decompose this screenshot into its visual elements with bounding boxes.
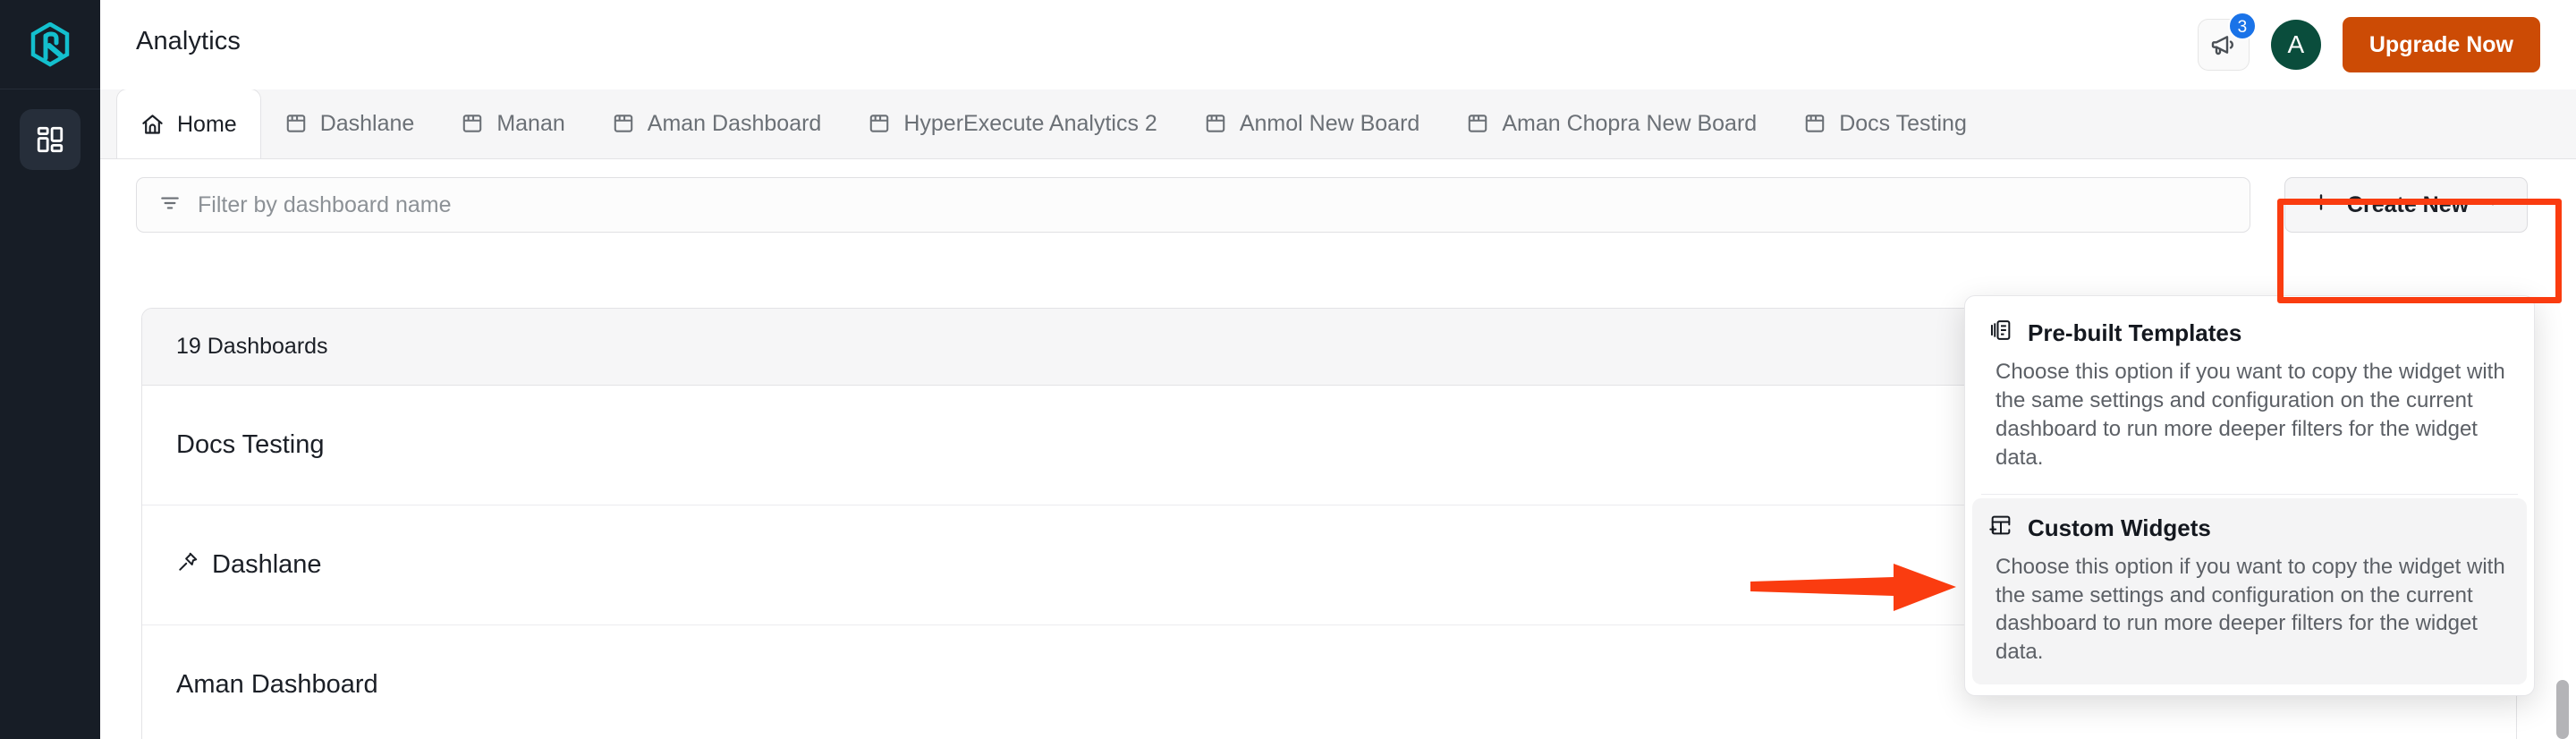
toolbar: Create New — [100, 159, 2576, 251]
pin-icon[interactable] — [176, 550, 199, 581]
board-icon — [1204, 112, 1227, 135]
menu-item-title-row: Pre-built Templates — [1988, 318, 2511, 349]
announcements-badge: 3 — [2227, 12, 2257, 40]
search-input[interactable] — [198, 191, 2228, 218]
filter-icon — [158, 191, 182, 219]
top-header: Analytics 3 A Upgrade Now — [100, 0, 2576, 89]
create-new-dropdown: Pre-built Templates Choose this option i… — [1964, 295, 2535, 696]
tab-home[interactable]: Home — [116, 89, 261, 158]
tab-label: Docs Testing — [1839, 110, 1967, 136]
upgrade-now-button[interactable]: Upgrade Now — [2342, 17, 2540, 72]
create-new-button[interactable]: Create New — [2284, 177, 2528, 233]
tab-label: Manan — [496, 110, 565, 136]
vertical-scrollbar[interactable] — [2556, 680, 2569, 739]
home-icon — [140, 113, 165, 137]
announcements-button[interactable]: 3 — [2197, 12, 2257, 71]
menu-item-label: Pre-built Templates — [2028, 319, 2242, 346]
app-root: Analytics 3 A Upgrade Now Home Dashlane … — [0, 0, 2576, 739]
tab-label: Anmol New Board — [1239, 110, 1420, 136]
menu-divider — [1981, 493, 2518, 495]
board-icon — [1803, 112, 1826, 135]
plus-icon — [2309, 191, 2333, 220]
menu-item-title-row: Custom Widgets — [1988, 513, 2511, 544]
left-sidebar — [0, 0, 100, 739]
page-title: Analytics — [136, 27, 241, 55]
tab-docs-testing[interactable]: Docs Testing — [1780, 89, 1990, 158]
tab-aman-dashboard[interactable]: Aman Dashboard — [589, 89, 845, 158]
tab-hyperexecute-analytics-2[interactable]: HyperExecute Analytics 2 — [844, 89, 1180, 158]
sidebar-item-dashboards[interactable] — [20, 109, 80, 170]
header-actions: 3 A Upgrade Now — [2197, 0, 2540, 89]
dashboard-grid-icon — [37, 126, 64, 153]
dashboard-title: Aman Dashboard — [176, 670, 378, 699]
dashboard-name: Docs Testing — [176, 430, 325, 460]
board-icon — [868, 112, 891, 135]
chevron-down-icon — [2483, 192, 2503, 218]
lambdatest-logo-icon — [30, 21, 70, 67]
create-new-label: Create New — [2346, 191, 2470, 217]
menu-item-pre-built-templates[interactable]: Pre-built Templates Choose this option i… — [1972, 303, 2527, 490]
board-icon — [284, 112, 308, 135]
templates-icon — [1988, 318, 2013, 349]
search-box[interactable] — [136, 177, 2250, 233]
tab-anmol-new-board[interactable]: Anmol New Board — [1181, 89, 1443, 158]
tab-label: Home — [177, 111, 237, 137]
board-icon — [461, 112, 484, 135]
create-new-wrap: Create New — [2272, 159, 2540, 251]
menu-item-description: Choose this option if you want to copy t… — [1996, 554, 2505, 665]
dashboard-title: Docs Testing — [176, 430, 325, 459]
menu-item-description: Choose this option if you want to copy t… — [1996, 360, 2505, 470]
app-logo[interactable] — [0, 0, 100, 89]
tab-label: Aman Chopra New Board — [1502, 110, 1758, 136]
tab-label: Dashlane — [319, 110, 415, 136]
dashboard-name: Aman Dashboard — [176, 670, 378, 700]
tab-aman-chopra-new-board[interactable]: Aman Chopra New Board — [1443, 89, 1780, 158]
board-icon — [1466, 112, 1489, 135]
menu-item-label: Custom Widgets — [2028, 514, 2211, 541]
dashboard-tabs: Home Dashlane Manan Aman Dashboard Hyper… — [100, 89, 2576, 159]
custom-widget-icon — [1988, 513, 2013, 544]
tab-manan[interactable]: Manan — [437, 89, 588, 158]
avatar[interactable]: A — [2270, 20, 2321, 70]
board-icon — [612, 112, 635, 135]
avatar-initial: A — [2287, 30, 2305, 58]
menu-item-custom-widgets[interactable]: Custom Widgets Choose this option if you… — [1972, 497, 2527, 685]
dashboard-title: Dashlane — [212, 550, 322, 579]
tab-dashlane[interactable]: Dashlane — [261, 89, 438, 158]
dashboard-name: Dashlane — [176, 550, 322, 581]
tab-label: Aman Dashboard — [647, 110, 822, 136]
tab-label: HyperExecute Analytics 2 — [903, 110, 1157, 136]
